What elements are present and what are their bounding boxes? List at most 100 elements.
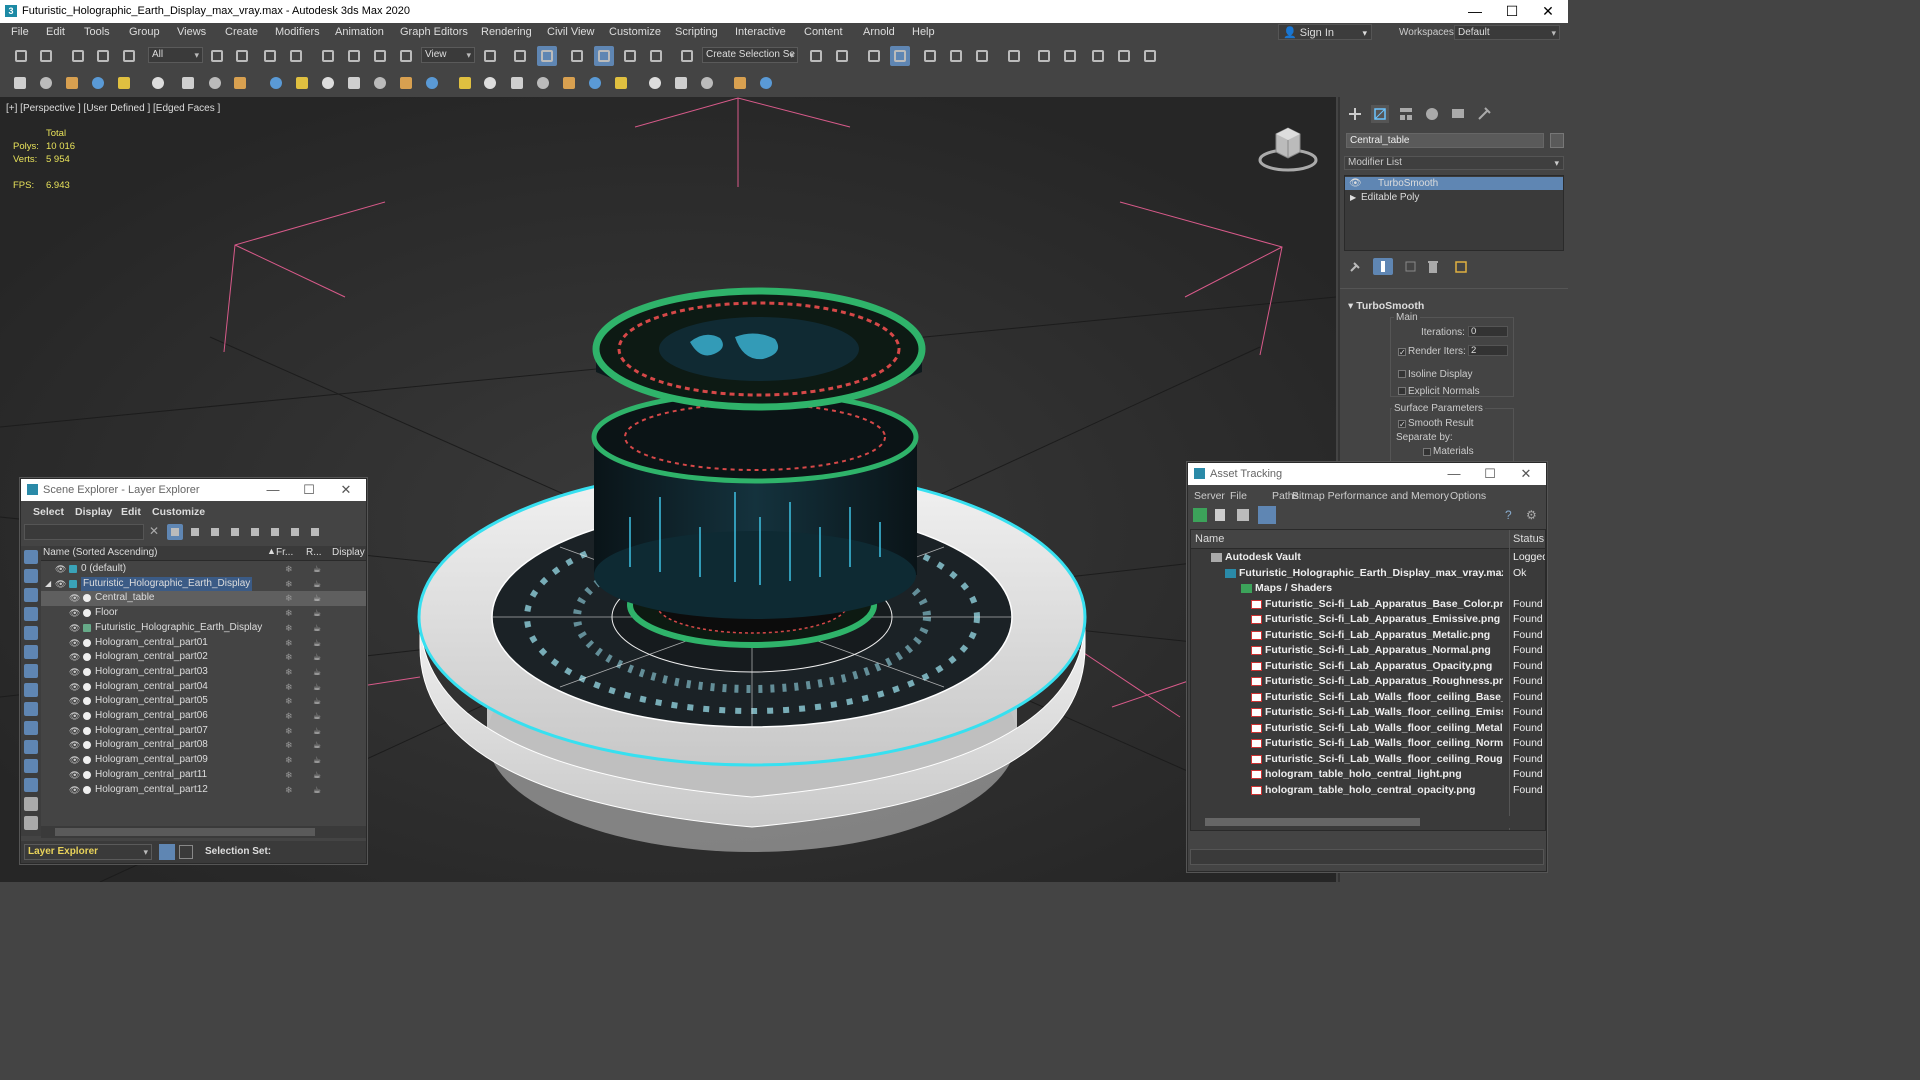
- place-icon[interactable]: [396, 46, 416, 66]
- menu-arnold[interactable]: Arnold: [863, 26, 895, 38]
- column-name[interactable]: Name (Sorted Ascending): [43, 547, 158, 558]
- viewport-label[interactable]: [+] [Perspective ] [User Defined ] [Edge…: [6, 103, 220, 114]
- layers-icon[interactable]: [267, 524, 283, 540]
- asset-row[interactable]: Autodesk Vault Logged: [1191, 550, 1545, 566]
- scene-tree-row[interactable]: 👁Hologram_central_part05❄☕◎: [41, 694, 366, 709]
- renderable-icon[interactable]: ☕: [313, 591, 321, 605]
- ref-coord-dropdown[interactable]: View: [421, 47, 475, 63]
- asset-row[interactable]: Futuristic_Sci-fi_Lab_Apparatus_Roughnes…: [1191, 674, 1543, 690]
- selection-filter-dropdown[interactable]: All: [148, 47, 203, 63]
- asset-row[interactable]: Maps / Shaders: [1191, 581, 1543, 597]
- column-name[interactable]: Name: [1195, 533, 1224, 545]
- horizontal-scrollbar[interactable]: [1191, 816, 1545, 828]
- clear-search-icon[interactable]: ✕: [149, 524, 159, 538]
- curve-editor-icon[interactable]: [946, 46, 966, 66]
- display-hidden-icon[interactable]: [24, 759, 38, 773]
- use-pivot-icon[interactable]: [480, 46, 500, 66]
- table-view-icon[interactable]: [1258, 506, 1276, 524]
- menu-modifiers[interactable]: Modifiers: [275, 26, 320, 38]
- visibility-eye-icon[interactable]: 👁: [69, 753, 80, 767]
- menu-civil-view[interactable]: Civil View: [547, 26, 594, 38]
- freeze-icon[interactable]: ❄: [285, 591, 293, 605]
- highlight-icon[interactable]: [287, 524, 303, 540]
- maximize-button[interactable]: ☐: [1492, 0, 1532, 23]
- renderable-icon[interactable]: ☕: [313, 694, 321, 708]
- lights-icon[interactable]: [148, 73, 168, 93]
- visibility-eye-icon[interactable]: 👁: [69, 680, 80, 694]
- help-icon[interactable]: ?: [1505, 508, 1519, 522]
- display-cameras-icon[interactable]: [24, 607, 38, 621]
- freeze-icon[interactable]: ❄: [285, 694, 293, 708]
- motion-tab-icon[interactable]: [1423, 105, 1441, 123]
- dome-icon[interactable]: [344, 73, 364, 93]
- display-containers-icon[interactable]: [24, 721, 38, 735]
- list-view-icon[interactable]: [1215, 509, 1225, 521]
- visibility-eye-icon[interactable]: 👁: [69, 709, 80, 723]
- render-iterative-icon[interactable]: [1114, 46, 1134, 66]
- display-groups-icon[interactable]: [24, 664, 38, 678]
- display-frozen-icon[interactable]: [24, 740, 38, 754]
- cone-icon[interactable]: [370, 73, 390, 93]
- freeze-icon[interactable]: ❄: [285, 724, 293, 738]
- renderable-icon[interactable]: ☕: [313, 753, 321, 767]
- scene-tree-row[interactable]: 👁Central_table❄☕◎: [41, 591, 366, 607]
- visibility-eye-icon[interactable]: 👁: [69, 606, 80, 620]
- mirror-icon[interactable]: [806, 46, 826, 66]
- visibility-eye-icon[interactable]: 👁: [69, 650, 80, 664]
- add-layer-icon[interactable]: [207, 524, 223, 540]
- export-icon[interactable]: [730, 73, 750, 93]
- select-manipulate-icon[interactable]: [510, 46, 530, 66]
- display-geometry-icon[interactable]: [24, 550, 38, 564]
- make-unique-icon[interactable]: [1404, 260, 1418, 274]
- sphere-light-icon[interactable]: [533, 73, 553, 93]
- create-tab-icon[interactable]: [1346, 105, 1364, 123]
- renderable-icon[interactable]: ☕: [313, 562, 321, 576]
- horizontal-scrollbar[interactable]: [41, 826, 366, 838]
- scene-tree-row[interactable]: 👁Hologram_central_part11❄☕◎: [41, 768, 366, 783]
- scene-tree-row[interactable]: 👁Hologram_central_part08❄☕◎: [41, 738, 366, 753]
- display-spacewarps-icon[interactable]: [24, 645, 38, 659]
- visibility-eye-icon[interactable]: 👁: [69, 694, 80, 708]
- scene-tree-row[interactable]: 👁Futuristic_Holographic_Earth_Display❄☕◎: [41, 621, 366, 636]
- asset-row[interactable]: Futuristic_Sci-fi_Lab_Apparatus_Emissive…: [1191, 612, 1543, 628]
- hierarchy-icon[interactable]: [247, 524, 263, 540]
- iterations-spinner[interactable]: 0: [1468, 326, 1508, 337]
- freeze-icon[interactable]: ❄: [285, 577, 293, 591]
- renderable-icon[interactable]: ☕: [313, 783, 321, 797]
- scene-tree-row[interactable]: ◢ 👁 Futuristic_Holographic_Earth_Display ❄ ☕…: [41, 576, 366, 592]
- freeze-icon[interactable]: ❄: [285, 562, 293, 576]
- explicit-normals-checkbox[interactable]: [1398, 387, 1406, 395]
- asset-row[interactable]: Futuristic_Sci-fi_Lab_Apparatus_Opacity.…: [1191, 659, 1543, 675]
- object-name-field[interactable]: Central_table: [1346, 133, 1544, 148]
- layers-toggle-icon[interactable]: [159, 844, 175, 860]
- render-iters-checkbox[interactable]: ✓: [1398, 348, 1406, 357]
- scene-tree-row[interactable]: 👁Hologram_central_part07❄☕◎: [41, 724, 366, 739]
- freeze-icon[interactable]: ❄: [285, 606, 293, 620]
- column-render[interactable]: R...: [306, 547, 322, 558]
- smooth-result-checkbox[interactable]: ✓: [1398, 420, 1406, 429]
- maximize-button[interactable]: ☐: [291, 481, 327, 499]
- close-button[interactable]: ✕: [1508, 465, 1544, 483]
- render-iters-spinner[interactable]: 2: [1468, 345, 1508, 356]
- menu-animation[interactable]: Animation: [335, 26, 384, 38]
- scene-tree-row[interactable]: 👁Hologram_central_part06❄☕◎: [41, 709, 366, 724]
- expand-arrow-icon[interactable]: ▶: [1350, 191, 1356, 204]
- freeze-icon[interactable]: ❄: [285, 680, 293, 694]
- named-selection-set-dropdown[interactable]: Create Selection Se: [702, 47, 798, 63]
- renderable-icon[interactable]: ☕: [313, 577, 321, 591]
- display-tab-icon[interactable]: [1449, 105, 1467, 123]
- column-freeze[interactable]: Fr...: [276, 547, 293, 558]
- menu-help[interactable]: Help: [912, 26, 935, 38]
- toggle-layer-explorer-icon[interactable]: [890, 46, 910, 66]
- asset-row[interactable]: Futuristic_Sci-fi_Lab_Apparatus_Normal.p…: [1191, 643, 1543, 659]
- column-display[interactable]: Display as Bo:: [332, 547, 366, 558]
- percent-snap-icon[interactable]: [620, 46, 640, 66]
- configure-modifier-sets-icon[interactable]: [1454, 260, 1468, 274]
- remove-modifier-icon[interactable]: [1426, 260, 1440, 274]
- menu-display[interactable]: Display: [75, 506, 112, 518]
- refresh-icon[interactable]: [1193, 508, 1207, 522]
- asset-tracking-titlebar[interactable]: Asset Tracking — ☐ ✕: [1188, 463, 1546, 485]
- globe-icon[interactable]: [645, 73, 665, 93]
- select-by-name-icon[interactable]: [232, 46, 252, 66]
- renderable-icon[interactable]: ☕: [313, 709, 321, 723]
